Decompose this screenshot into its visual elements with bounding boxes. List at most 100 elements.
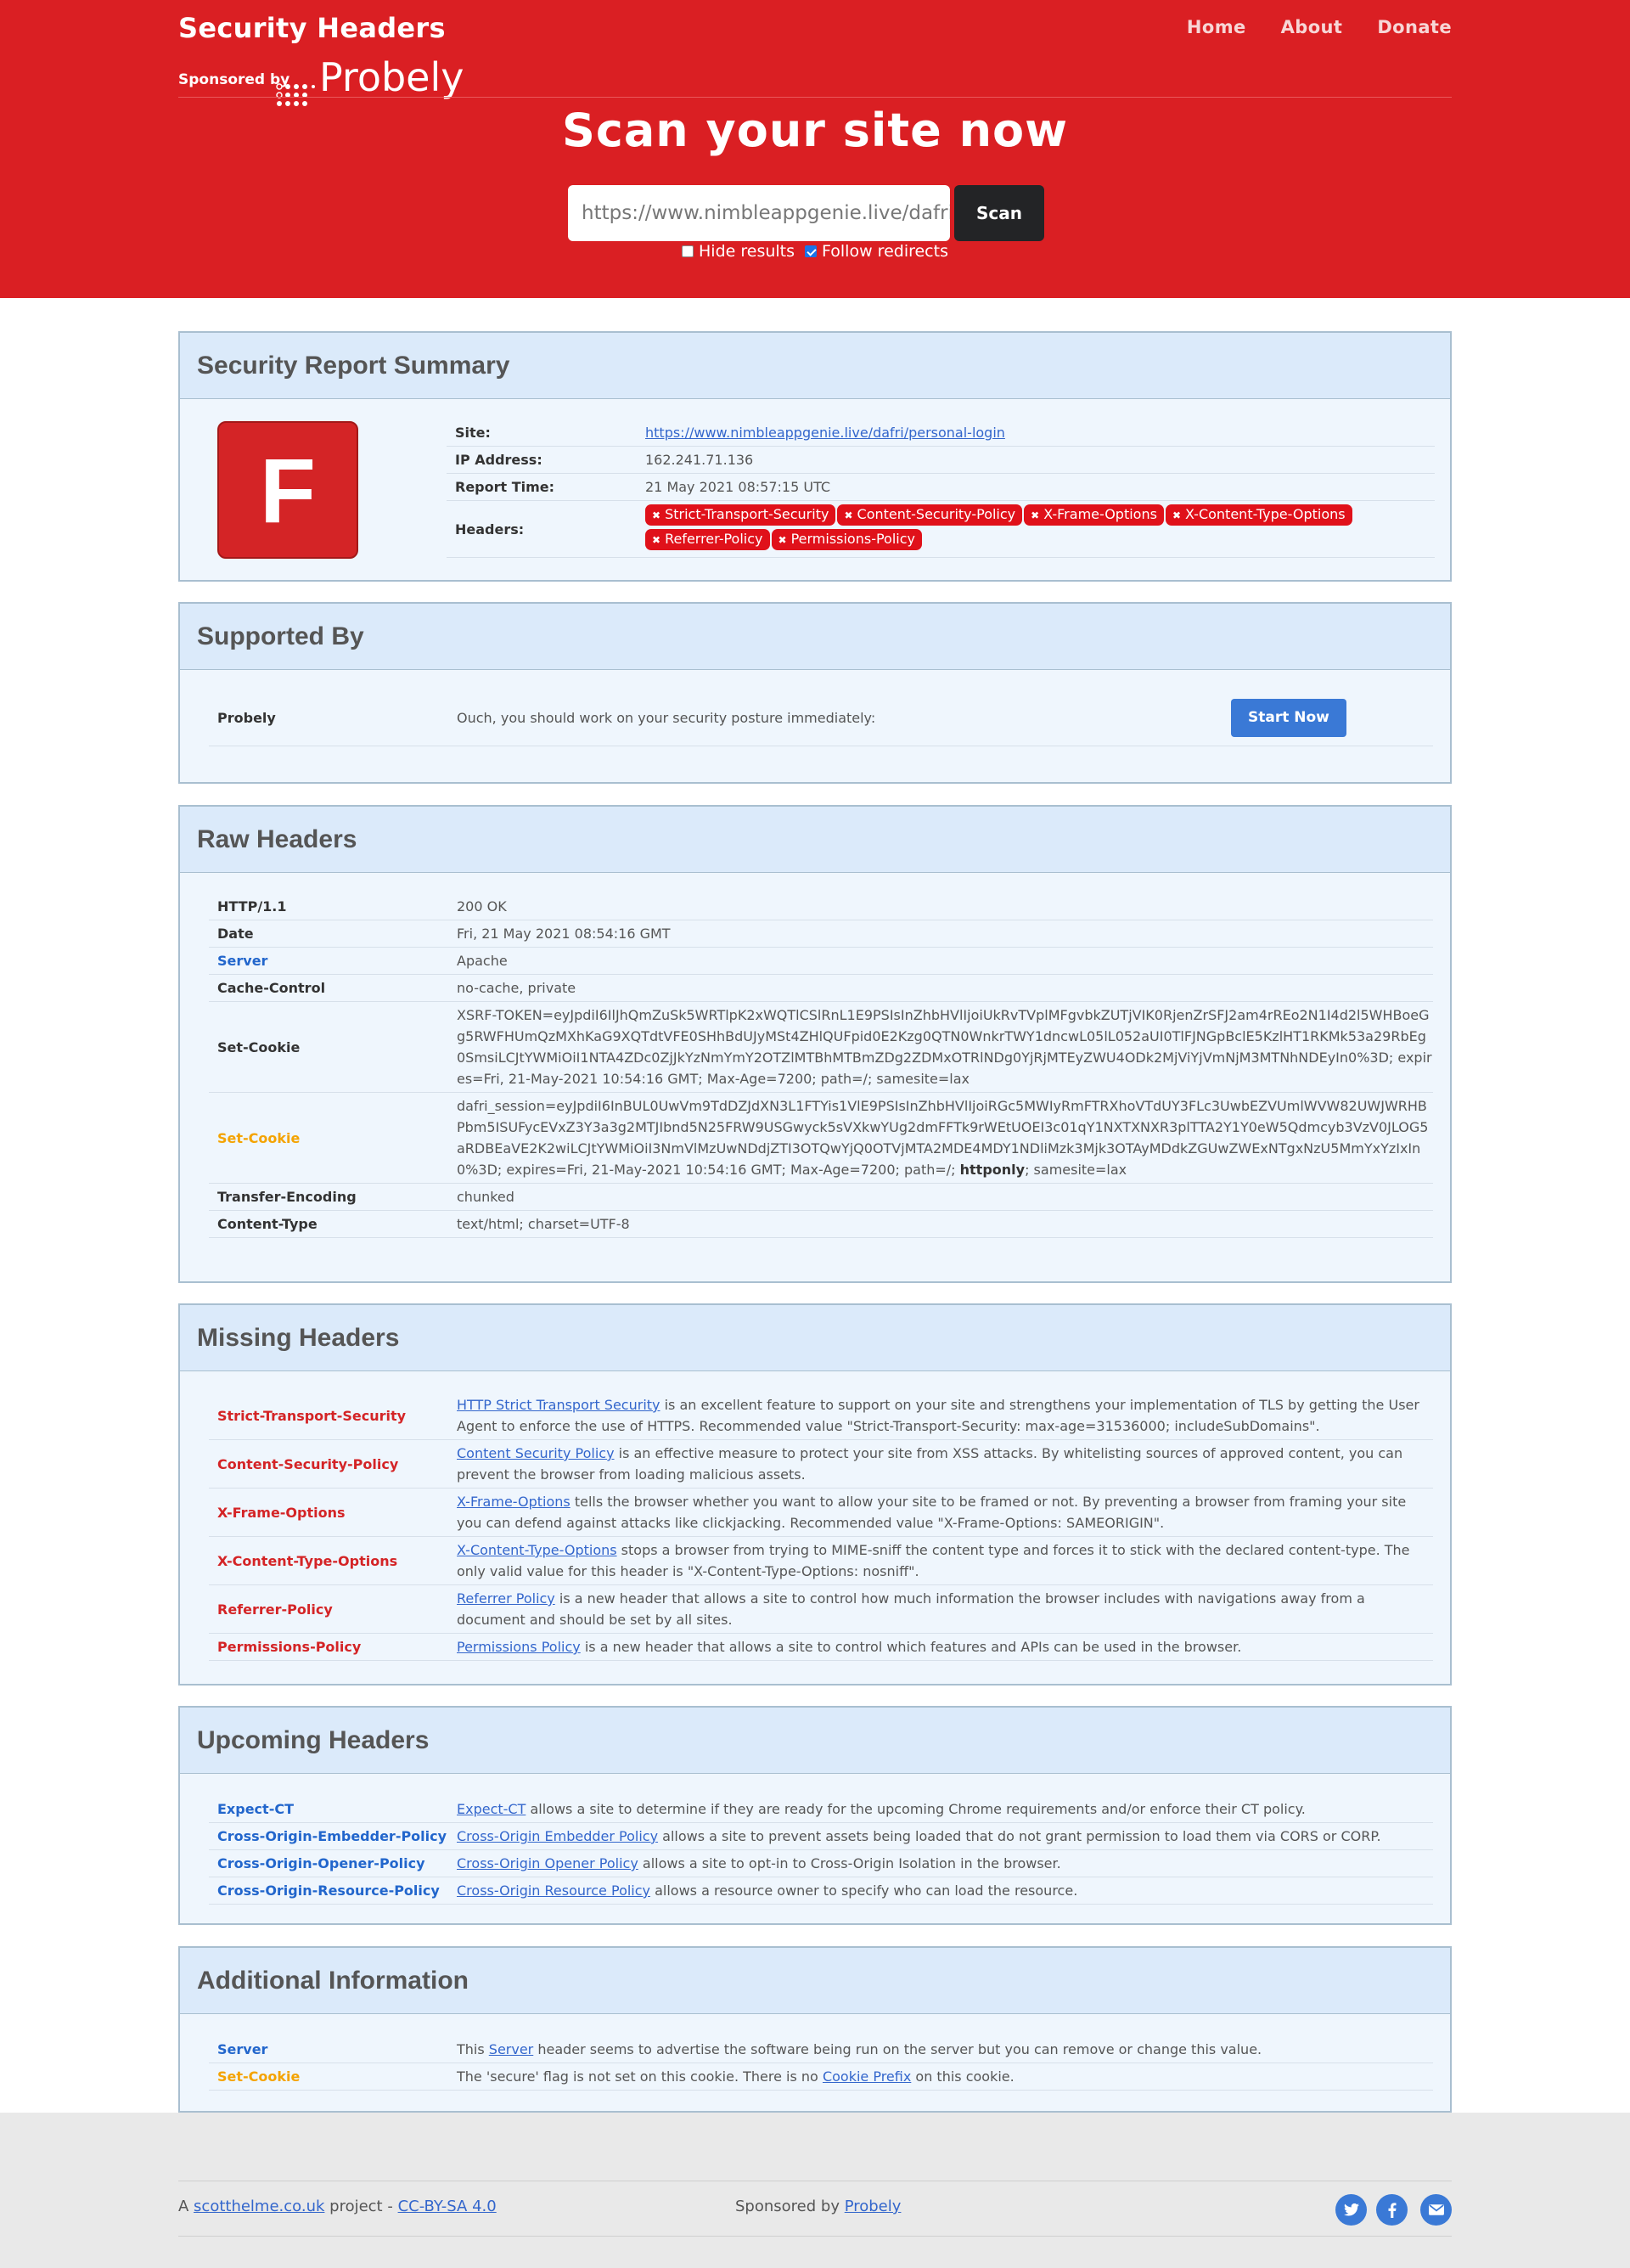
twitter-icon[interactable] bbox=[1335, 2194, 1367, 2226]
ip-label: IP Address: bbox=[455, 452, 542, 468]
raw-header-row: Transfer-Encoding chunked bbox=[209, 1184, 1433, 1211]
missing-header-row: Strict-Transport-Security HTTP Strict Tra… bbox=[209, 1392, 1433, 1440]
header-banner: Security Headers Sponsored by Probely Ho… bbox=[0, 0, 1630, 298]
panel-title: Security Report Summary bbox=[197, 351, 510, 380]
missing-header-description: HTTP Strict Transport Security is an exc… bbox=[457, 1392, 1433, 1439]
missing-headers-panel: Missing Headers Strict-Transport-Securit… bbox=[178, 1303, 1452, 1686]
sponsor-logo[interactable]: Sponsored by Probely bbox=[178, 49, 484, 106]
follow-redirects-checkbox[interactable] bbox=[805, 245, 818, 257]
missing-header-link[interactable]: Content Security Policy bbox=[457, 1445, 615, 1461]
raw-header-name: HTTP/1.1 bbox=[217, 898, 287, 915]
grade-badge: F bbox=[217, 421, 358, 559]
upcoming-description-text: allows a site to opt-in to Cross-Origin … bbox=[638, 1855, 1061, 1871]
missing-header-badges: Strict-Transport-SecurityContent-Securit… bbox=[645, 501, 1435, 557]
missing-header-name: X-Content-Type-Options bbox=[217, 1552, 398, 1569]
brand[interactable]: Security Headers Sponsored by Probely bbox=[178, 12, 464, 106]
raw-header-value-text: dafri_session=eyJpdiI6InBUL0UwVm9TdDZJdX… bbox=[457, 1098, 1429, 1178]
probely-logo-text: Probely bbox=[319, 54, 464, 100]
facebook-icon[interactable] bbox=[1376, 2194, 1408, 2226]
missing-description-text: is a new header that allows a site to co… bbox=[457, 1590, 1365, 1628]
additional-header-link[interactable]: Server bbox=[489, 2041, 533, 2057]
nav-home[interactable]: Home bbox=[1187, 17, 1246, 37]
raw-header-value: Apache bbox=[457, 948, 1433, 974]
raw-header-row: Set-Cookie dafri_session=eyJpdiI6InBUL0Uw… bbox=[209, 1093, 1433, 1184]
license-link[interactable]: CC-BY-SA 4.0 bbox=[398, 2198, 497, 2215]
nav-about[interactable]: About bbox=[1281, 17, 1343, 37]
upcoming-header-link[interactable]: Cross-Origin Resource Policy bbox=[457, 1882, 650, 1899]
missing-header-name: Permissions-Policy bbox=[217, 1639, 362, 1655]
missing-header-description: X-Content-Type-Options stops a browser f… bbox=[457, 1537, 1433, 1584]
missing-header-badge: Strict-Transport-Security bbox=[645, 504, 836, 526]
missing-header-link[interactable]: HTTP Strict Transport Security bbox=[457, 1397, 660, 1413]
upcoming-header-row: Cross-Origin-Opener-Policy Cross-Origin O… bbox=[209, 1850, 1433, 1877]
missing-header-name: Content-Security-Policy bbox=[217, 1455, 399, 1472]
upcoming-header-description: Cross-Origin Embedder Policy allows a si… bbox=[457, 1823, 1433, 1849]
panel-title: Missing Headers bbox=[197, 1323, 400, 1352]
additional-header-description: This Server header seems to advertise th… bbox=[457, 2036, 1433, 2063]
upcoming-header-link[interactable]: Cross-Origin Opener Policy bbox=[457, 1855, 638, 1871]
missing-header-link[interactable]: X-Content-Type-Options bbox=[457, 1542, 617, 1558]
additional-description-text: This bbox=[457, 2041, 489, 2057]
top-nav: Home About Donate bbox=[1187, 17, 1452, 37]
raw-header-name: Cache-Control bbox=[217, 980, 326, 996]
additional-description-text: The 'secure' flag is not set on this coo… bbox=[457, 2068, 823, 2085]
nav-donate[interactable]: Donate bbox=[1377, 17, 1452, 37]
scotthelme-link[interactable]: scotthelme.co.uk bbox=[194, 2198, 324, 2215]
site-row: Site: https://www.nimbleappgenie.live/daf… bbox=[447, 419, 1435, 447]
upcoming-headers-panel: Upcoming Headers Expect-CT Expect-CT allo… bbox=[178, 1706, 1452, 1925]
missing-header-link[interactable]: Permissions Policy bbox=[457, 1639, 581, 1655]
raw-header-value-text: chunked bbox=[457, 1189, 514, 1205]
time-row: Report Time: 21 May 2021 08:57:15 UTC bbox=[447, 474, 1435, 501]
summary-table: Site: https://www.nimbleappgenie.live/daf… bbox=[447, 419, 1435, 558]
hide-results-label: Hide results bbox=[699, 242, 795, 261]
scan-button[interactable]: Scan bbox=[954, 185, 1044, 241]
raw-header-value: XSRF-TOKEN=eyJpdiI6IlJhQmZuSk5WRTlpK2xWQ… bbox=[457, 1002, 1433, 1092]
upcoming-header-link[interactable]: Cross-Origin Embedder Policy bbox=[457, 1828, 658, 1844]
upcoming-header-description: Cross-Origin Opener Policy allows a site… bbox=[457, 1850, 1433, 1877]
raw-header-value-text: no-cache, private bbox=[457, 980, 576, 996]
upcoming-description-text: allows a site to prevent assets being lo… bbox=[658, 1828, 1381, 1844]
panel-header: Security Report Summary bbox=[180, 333, 1450, 399]
follow-redirects-label: Follow redirects bbox=[822, 242, 948, 261]
missing-header-link[interactable]: X-Frame-Options bbox=[457, 1494, 570, 1510]
raw-header-value-text: text/html; charset=UTF-8 bbox=[457, 1216, 630, 1232]
additional-header-row: Set-Cookie The 'secure' flag is not set o… bbox=[209, 2063, 1433, 2091]
missing-header-row: Referrer-Policy Referrer Policy is a new … bbox=[209, 1585, 1433, 1634]
upcoming-header-row: Cross-Origin-Embedder-Policy Cross-Origin… bbox=[209, 1823, 1433, 1850]
missing-header-description: Referrer Policy is a new header that all… bbox=[457, 1585, 1433, 1633]
additional-description-text: header seems to advertise the software b… bbox=[533, 2041, 1262, 2057]
url-input[interactable]: https://www.nimbleappgenie.live/dafri/pe… bbox=[568, 185, 950, 241]
raw-header-name: Set-Cookie bbox=[217, 1129, 301, 1146]
missing-header-link[interactable]: Referrer Policy bbox=[457, 1590, 555, 1607]
upcoming-description-text: allows a site to determine if they are r… bbox=[526, 1801, 1306, 1817]
follow-redirects-option[interactable]: Follow redirects bbox=[805, 242, 948, 261]
panel-title: Raw Headers bbox=[197, 824, 357, 853]
additional-header-link[interactable]: Cookie Prefix bbox=[823, 2068, 911, 2085]
probely-link[interactable]: Probely bbox=[845, 2198, 902, 2215]
site-link[interactable]: https://www.nimbleappgenie.live/dafri/pe… bbox=[645, 425, 1005, 441]
footer-credit: A scotthelme.co.uk project - CC-BY-SA 4.… bbox=[178, 2198, 497, 2215]
upcoming-header-name: Cross-Origin-Embedder-Policy bbox=[217, 1828, 447, 1844]
security-report-summary: Security Report Summary F Site: https://w… bbox=[178, 331, 1452, 582]
site-title[interactable]: Security Headers bbox=[178, 12, 446, 44]
raw-header-value: 200 OK bbox=[457, 893, 1433, 920]
hide-results-checkbox[interactable] bbox=[682, 245, 694, 257]
email-icon[interactable] bbox=[1420, 2194, 1452, 2226]
raw-header-row: Set-Cookie XSRF-TOKEN=eyJpdiI6IlJhQmZuSk5… bbox=[209, 1002, 1433, 1093]
scan-options: Hide results Follow redirects bbox=[0, 242, 1630, 261]
upcoming-header-link[interactable]: Expect-CT bbox=[457, 1801, 526, 1817]
raw-header-name: Content-Type bbox=[217, 1216, 318, 1232]
missing-description-text: is a new header that allows a site to co… bbox=[580, 1639, 1242, 1655]
footer-sponsor: Sponsored by Probely bbox=[735, 2198, 901, 2215]
missing-header-description: Content Security Policy is an effective … bbox=[457, 1440, 1433, 1488]
additional-header-row: Server This Server header seems to advert… bbox=[209, 2036, 1433, 2063]
additional-header-description: The 'secure' flag is not set on this coo… bbox=[457, 2063, 1433, 2090]
start-now-button[interactable]: Start Now bbox=[1231, 699, 1346, 737]
ip-row: IP Address: 162.241.71.136 bbox=[447, 447, 1435, 474]
panel-title: Supported By bbox=[197, 622, 364, 650]
hide-results-option[interactable]: Hide results bbox=[682, 242, 795, 261]
raw-header-row: Server Apache bbox=[209, 948, 1433, 975]
raw-header-row: HTTP/1.1 200 OK bbox=[209, 893, 1433, 920]
panel-header: Upcoming Headers bbox=[180, 1708, 1450, 1774]
upcoming-header-description: Cross-Origin Resource Policy allows a re… bbox=[457, 1877, 1433, 1904]
